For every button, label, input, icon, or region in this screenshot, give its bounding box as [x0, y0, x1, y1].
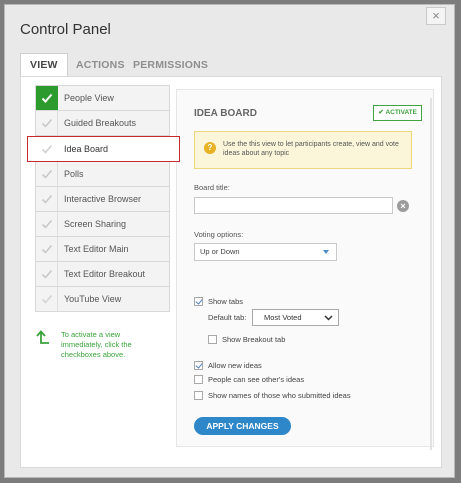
sidebar-item-label: People View	[64, 93, 114, 103]
default-tab-select[interactable]: Most Voted	[252, 309, 339, 326]
check-icon[interactable]	[36, 187, 58, 211]
show-tabs-label: Show tabs	[208, 297, 244, 306]
scrollbar[interactable]	[430, 98, 432, 450]
panel-heading: IDEA BOARD	[194, 108, 257, 119]
show-tabs-checkbox[interactable]	[194, 297, 203, 306]
check-icon[interactable]	[36, 137, 58, 161]
close-button[interactable]: ×	[426, 7, 446, 25]
board-title-input[interactable]	[194, 197, 393, 214]
allow-new-ideas-checkbox[interactable]	[194, 361, 203, 370]
sidebar-item-youtube-view[interactable]: YouTube View	[35, 287, 170, 312]
dialog-title: Control Panel	[20, 21, 111, 38]
show-breakout-tab-label: Show Breakout tab	[222, 335, 286, 344]
check-icon[interactable]	[36, 111, 58, 135]
activate-label: ACTIVATE	[385, 109, 417, 116]
tab-content: People View Guided Breakouts Idea Board …	[20, 76, 442, 468]
sidebar-item-idea-board[interactable]: Idea Board	[27, 136, 180, 162]
dropdown-arrow-icon	[323, 250, 329, 254]
chevron-down-icon	[324, 315, 333, 321]
sidebar-item-people-view[interactable]: People View	[35, 85, 170, 111]
show-names-label: Show names of those who submitted ideas	[208, 391, 351, 400]
show-names-checkbox[interactable]	[194, 391, 203, 400]
check-icon[interactable]	[36, 212, 58, 236]
sidebar-item-label: Guided Breakouts	[64, 118, 137, 128]
hint-text: To activate a view immediately, click th…	[61, 330, 132, 359]
show-breakout-tab-checkbox[interactable]	[208, 335, 217, 344]
notice-text: Use the this view to let participants cr…	[223, 141, 399, 157]
tab-view[interactable]: VIEW	[20, 53, 68, 77]
sidebar-item-label: Text Editor Main	[64, 244, 129, 254]
tab-permissions[interactable]: PERMISSIONS	[133, 54, 208, 76]
sidebar-item-label: Screen Sharing	[64, 219, 127, 229]
arrow-up-icon	[36, 330, 49, 344]
check-icon[interactable]	[36, 162, 58, 186]
sidebar-item-screen-sharing[interactable]: Screen Sharing	[35, 212, 170, 237]
check-icon[interactable]	[36, 262, 58, 286]
sidebar-item-guided-breakouts[interactable]: Guided Breakouts	[35, 111, 170, 136]
sidebar-item-text-editor-breakout[interactable]: Text Editor Breakout	[35, 262, 170, 287]
default-tab-label: Default tab:	[208, 313, 247, 322]
idea-board-panel: IDEA BOARD ✔ ACTIVATE ? Use the this vie…	[176, 89, 434, 450]
voting-options-value: Up or Down	[200, 247, 240, 256]
tab-actions[interactable]: ACTIONS	[76, 54, 125, 76]
voting-options-label: Voting options:	[194, 230, 244, 239]
control-panel-dialog: Control Panel × VIEW ACTIONS PERMISSIONS…	[4, 4, 455, 478]
voting-options-select[interactable]: Up or Down	[194, 243, 337, 261]
check-icon[interactable]	[36, 86, 58, 110]
allow-new-ideas-label: Allow new ideas	[208, 361, 262, 370]
sidebar-item-label: Polls	[64, 169, 84, 179]
sidebar-item-text-editor-main[interactable]: Text Editor Main	[35, 237, 170, 262]
apply-changes-button[interactable]: APPLY CHANGES	[194, 417, 291, 435]
see-others-ideas-checkbox[interactable]	[194, 375, 203, 384]
check-icon[interactable]	[36, 287, 58, 311]
sidebar-item-label: YouTube View	[64, 294, 122, 304]
clear-icon[interactable]: ×	[397, 200, 409, 212]
sidebar-item-label: Interactive Browser	[64, 194, 142, 204]
sidebar-item-polls[interactable]: Polls	[35, 162, 170, 187]
see-others-ideas-label: People can see other's ideas	[208, 375, 305, 384]
sidebar-item-label: Text Editor Breakout	[64, 269, 146, 279]
info-notice: ? Use the this view to let participants …	[194, 131, 412, 169]
activate-button[interactable]: ✔ ACTIVATE	[373, 105, 422, 121]
sidebar-item-interactive-browser[interactable]: Interactive Browser	[35, 187, 170, 212]
check-icon[interactable]	[36, 237, 58, 261]
sidebar-item-label: Idea Board	[64, 144, 109, 154]
board-title-label: Board title:	[194, 183, 230, 192]
view-list: People View Guided Breakouts Idea Board …	[27, 85, 180, 312]
default-tab-value: Most Voted	[264, 313, 302, 322]
question-icon: ?	[204, 142, 216, 154]
check-icon: ✔	[378, 109, 384, 116]
